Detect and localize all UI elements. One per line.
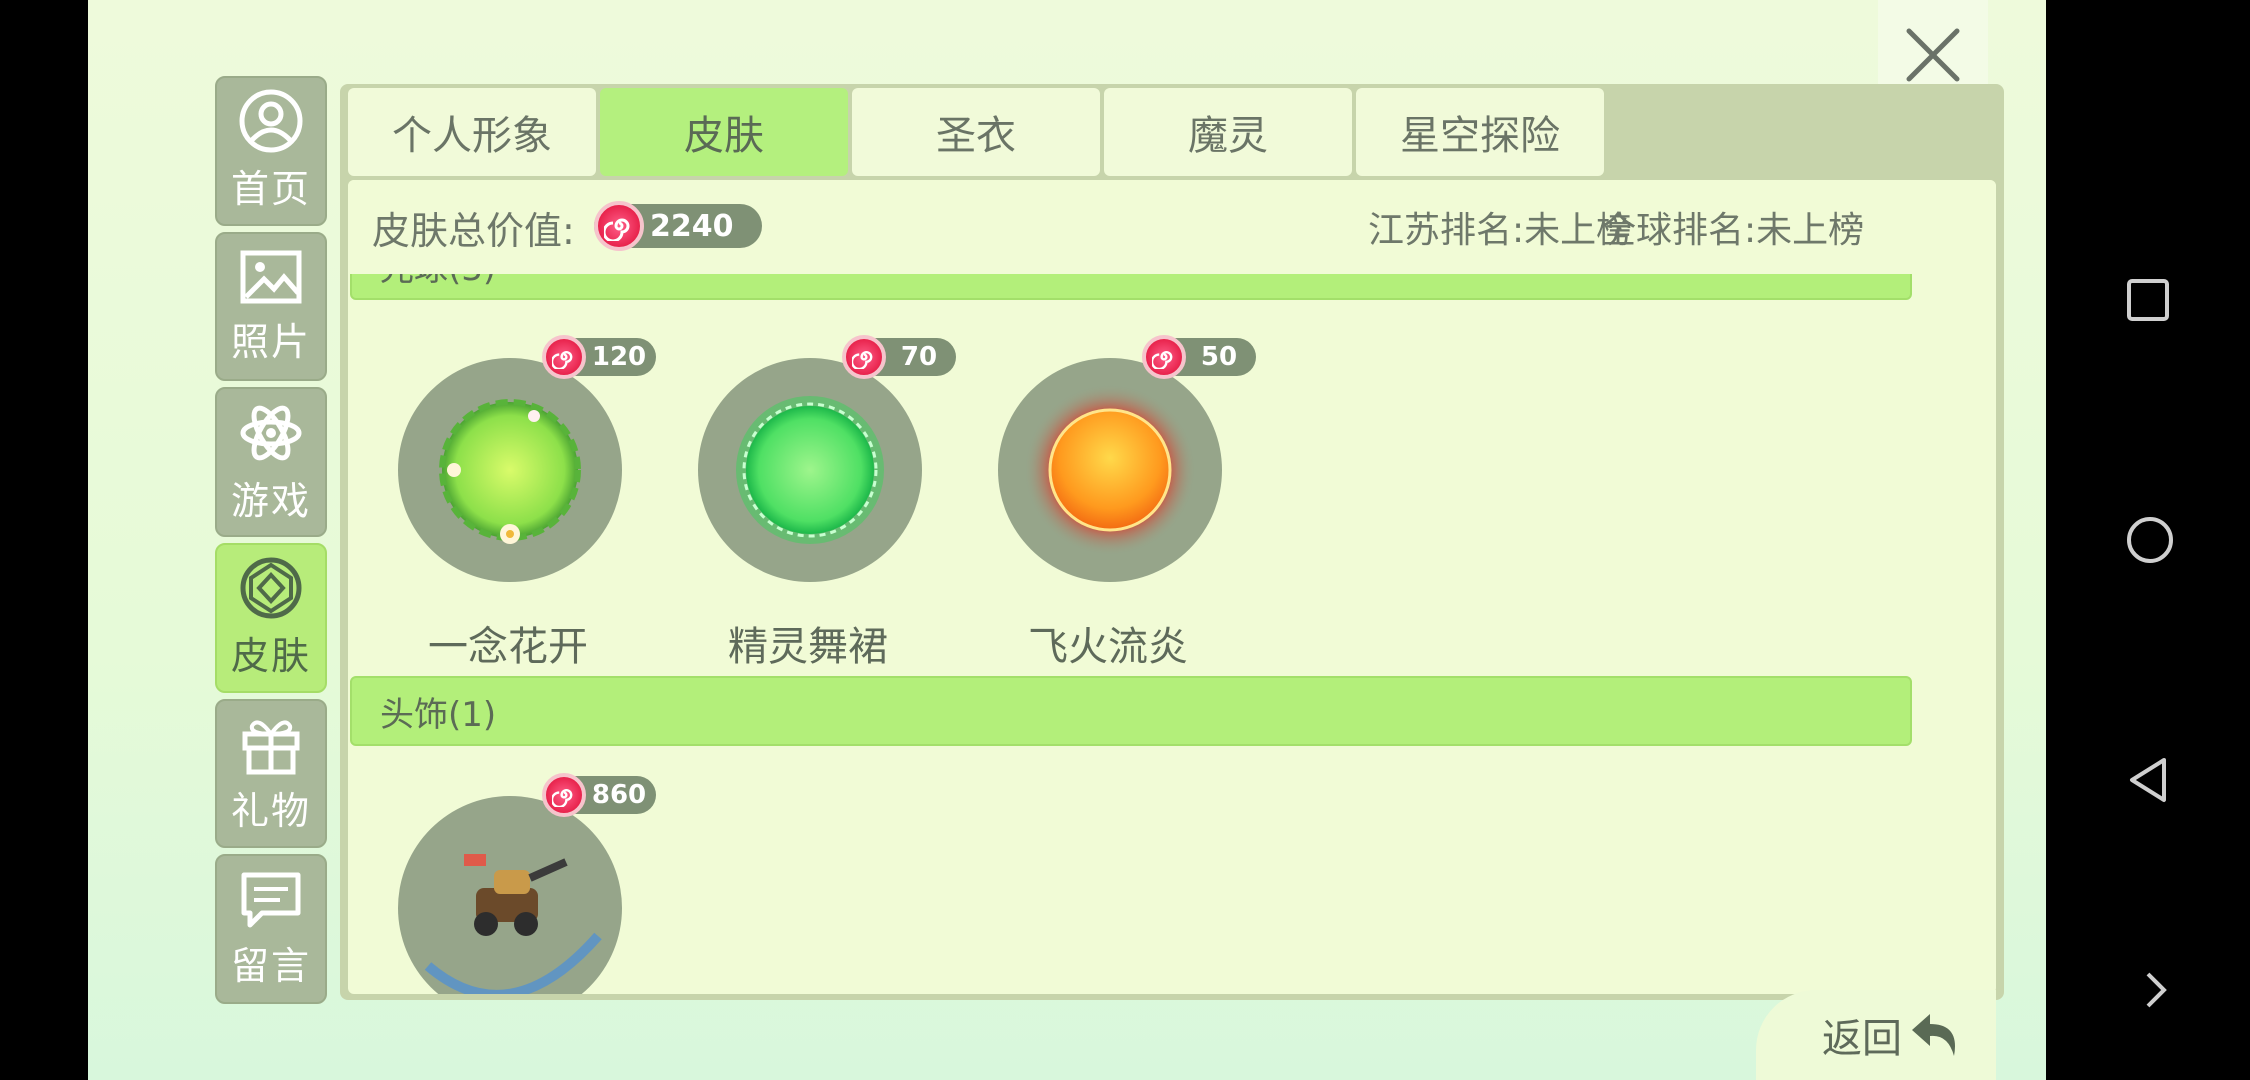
skin-preview <box>398 358 622 582</box>
candy-coin-icon <box>542 773 586 817</box>
tank-headwear-image <box>424 854 602 994</box>
nav-item-label: 首页 <box>230 167 311 212</box>
skin-value-bar: 皮肤总价值: 2240 江苏排名:未上榜 全球排名:未上榜 <box>348 180 1996 274</box>
candy-coin-icon <box>542 335 586 379</box>
skin-preview <box>698 358 922 582</box>
spirit-orb-image <box>736 396 884 544</box>
nav-item-label: 礼物 <box>230 789 311 834</box>
left-nav: 首页 照片 游戏 皮肤 礼物 留言 <box>215 76 327 1005</box>
system-nav-bar <box>2046 0 2250 1080</box>
back-label: 返回 <box>1822 1016 1902 1062</box>
price-badge: 70 <box>842 335 960 379</box>
recent-apps-icon[interactable] <box>2126 278 2170 322</box>
home-icon[interactable] <box>2126 516 2174 564</box>
tab-holy-armor[interactable]: 圣衣 <box>852 88 1100 176</box>
back-icon[interactable] <box>2126 756 2170 804</box>
tab-spirits[interactable]: 魔灵 <box>1104 88 1352 176</box>
nav-item-home[interactable]: 首页 <box>215 76 327 226</box>
skin-name: 一念花开 <box>428 624 588 670</box>
total-value: 2240 <box>650 208 734 244</box>
tab-appearance[interactable]: 个人形象 <box>348 88 596 176</box>
main-panel: 个人形象 皮肤 圣衣 魔灵 星空探险 皮肤总价值: 2240 江苏排名:未上榜 <box>340 84 2004 1000</box>
price-badge: 860 <box>542 773 660 817</box>
skin-name: 飞火流炎 <box>1028 624 1188 670</box>
section-header-headwear: 头饰(1) <box>350 676 1912 746</box>
nav-item-label: 游戏 <box>230 478 311 523</box>
province-rank: 江苏排名:未上榜 <box>1368 210 1633 251</box>
user-circle-icon <box>239 89 303 153</box>
skin-preview <box>998 358 1222 582</box>
return-arrow-icon <box>1912 1014 1955 1056</box>
total-value-badge: 2240 <box>594 201 762 251</box>
price-badge: 120 <box>542 335 660 379</box>
candy-coin-icon <box>1142 335 1186 379</box>
nav-item-label: 留言 <box>230 943 311 988</box>
gift-icon <box>242 720 300 775</box>
candy-coin-icon <box>594 201 644 251</box>
skin-collection-window: 首页 照片 游戏 皮肤 礼物 留言 个人形象 皮肤 圣衣 魔灵 星空探险 皮肤总… <box>88 0 2046 1080</box>
nav-item-label: 皮肤 <box>230 634 311 679</box>
tab-skins[interactable]: 皮肤 <box>600 88 848 176</box>
skin-content[interactable]: 皮肤总价值: 2240 江苏排名:未上榜 全球排名:未上榜 光球(3) <box>348 180 1996 994</box>
nav-item-skins[interactable]: 皮肤 <box>215 543 327 693</box>
image-icon <box>240 250 302 304</box>
back-button[interactable]: 返回 <box>1756 990 1996 1080</box>
price-badge: 50 <box>1142 335 1260 379</box>
chevron-right-icon[interactable] <box>2144 970 2168 1010</box>
global-rank: 全球排名:未上榜 <box>1600 210 1865 251</box>
tab-bar: 个人形象 皮肤 圣衣 魔灵 星空探险 <box>348 88 1604 176</box>
fire-orb-image <box>1024 384 1196 556</box>
nav-item-messages[interactable]: 留言 <box>215 854 327 1005</box>
chat-bubble-icon <box>241 872 301 928</box>
total-value-label: 皮肤总价值: <box>372 208 575 253</box>
candy-coin-icon <box>842 335 886 379</box>
atom-icon <box>240 405 302 461</box>
flower-orb-image <box>439 399 581 544</box>
nav-item-photos[interactable]: 照片 <box>215 231 327 382</box>
gem-icon <box>240 557 302 619</box>
close-icon <box>1906 28 1960 82</box>
skin-preview <box>398 796 622 994</box>
nav-item-gifts[interactable]: 礼物 <box>215 698 327 849</box>
nav-item-label: 照片 <box>230 320 311 364</box>
nav-item-games[interactable]: 游戏 <box>215 387 327 538</box>
skin-name: 精灵舞裙 <box>728 624 888 670</box>
screen: 首页 照片 游戏 皮肤 礼物 留言 个人形象 皮肤 圣衣 魔灵 星空探险 皮肤总… <box>0 0 2250 1080</box>
tab-star-adventure[interactable]: 星空探险 <box>1356 88 1604 176</box>
